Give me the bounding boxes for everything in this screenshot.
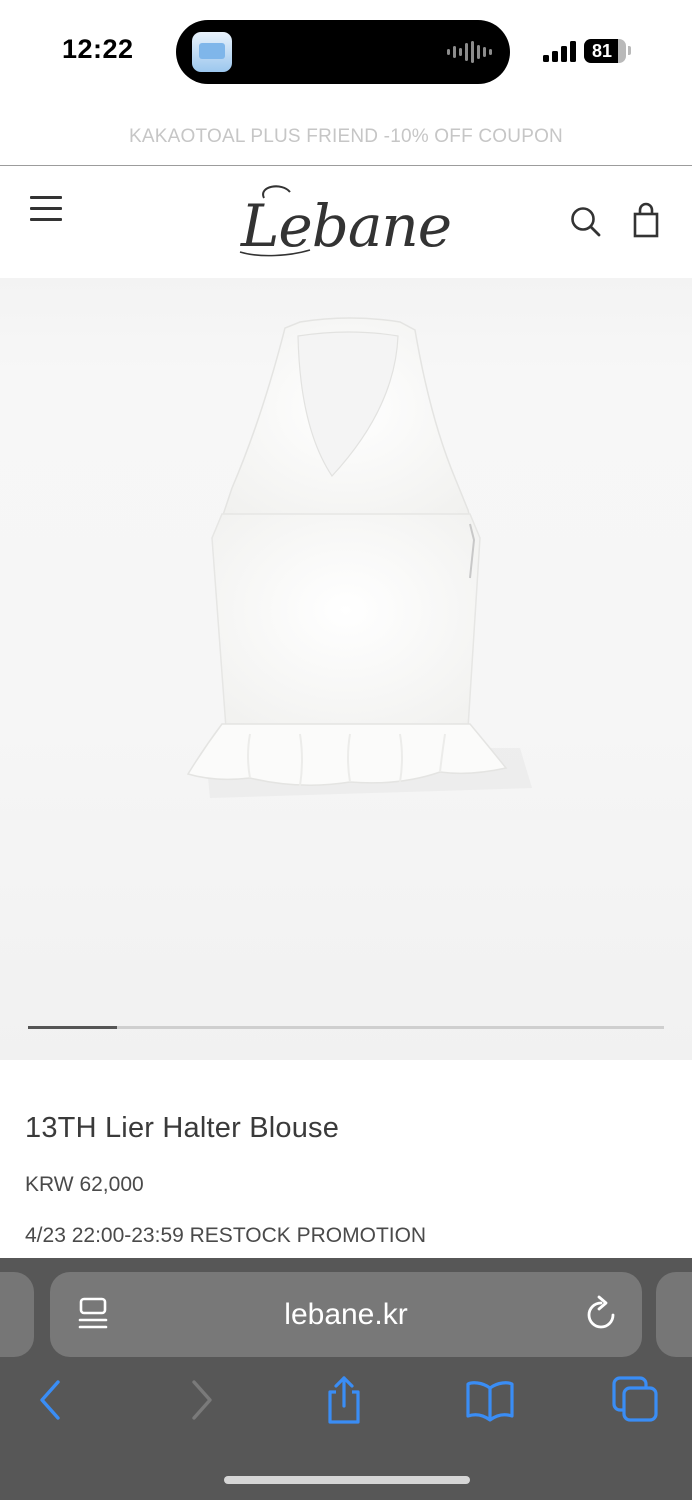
home-indicator[interactable] — [224, 1476, 470, 1484]
promo-banner-text[interactable]: KAKAOTOAL PLUS FRIEND -10% OFF COUPON — [129, 126, 563, 147]
previous-tab-peek[interactable] — [0, 1272, 34, 1357]
battery-level-text: 81 — [591, 41, 613, 61]
product-image-carousel[interactable] — [0, 278, 692, 1060]
promo-banner[interactable]: KAKAOTOAL PLUS FRIEND -10% OFF COUPON — [0, 104, 692, 166]
forward-icon[interactable] — [176, 1374, 228, 1426]
logo-text: Lebane — [240, 192, 451, 260]
status-bar: 12:22 81 — [0, 0, 692, 104]
url-text[interactable]: lebane.kr — [50, 1272, 642, 1357]
battery-tip — [628, 46, 631, 55]
audio-waveform-icon — [447, 40, 492, 64]
menu-icon[interactable] — [28, 194, 64, 222]
tabs-icon[interactable] — [610, 1374, 662, 1426]
white-halter-blouse-image — [186, 317, 532, 798]
dynamic-island[interactable] — [176, 20, 510, 84]
carousel-progress-track — [28, 1026, 664, 1029]
app-preview-icon — [192, 32, 232, 72]
product-promotion: 4/23 22:00-23:59 RESTOCK PROMOTION — [25, 1224, 427, 1247]
back-icon[interactable] — [24, 1374, 76, 1426]
site-logo[interactable]: Lebane — [230, 176, 462, 266]
clock-time: 12:22 — [62, 34, 134, 64]
address-bar[interactable]: lebane.kr — [50, 1272, 642, 1357]
battery-icon: 81 — [584, 39, 626, 63]
site-header: Lebane — [0, 166, 692, 278]
shopping-bag-icon[interactable] — [626, 200, 666, 242]
product-title: 13TH Lier Halter Blouse — [25, 1112, 340, 1144]
reader-icon[interactable] — [76, 1296, 112, 1334]
browser-toolbar: lebane.kr — [0, 1258, 692, 1500]
reload-icon[interactable] — [582, 1294, 620, 1334]
bookmarks-icon[interactable] — [464, 1374, 516, 1426]
product-price: KRW 62,000 — [25, 1173, 144, 1196]
search-icon[interactable] — [566, 202, 606, 242]
share-icon[interactable] — [318, 1374, 370, 1426]
carousel-progress-fill — [28, 1026, 118, 1029]
next-tab-peek[interactable] — [656, 1272, 692, 1357]
cellular-signal-icon — [543, 40, 577, 62]
